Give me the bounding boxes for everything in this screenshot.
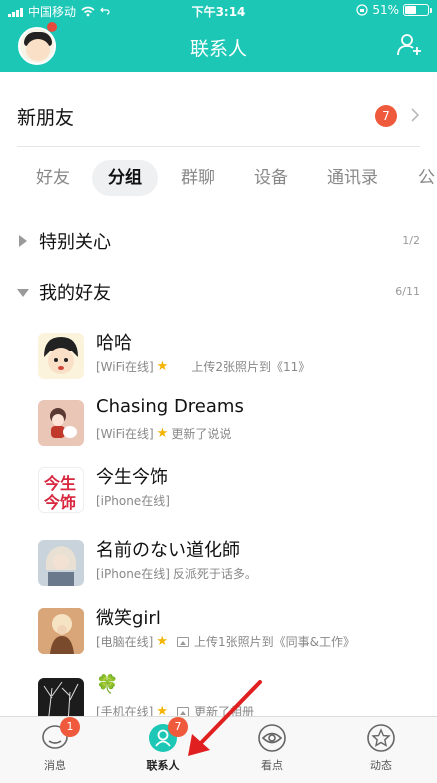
photo-icon <box>177 706 190 717</box>
group-my-friends[interactable]: 我的好友 6/11 <box>17 277 420 307</box>
friend-row[interactable]: 名前のない道化師 [iPhone在线] 反派死于话多。 <box>38 540 437 604</box>
friend-row[interactable]: Chasing Dreams [WiFi在线] ★ 更新了说说 <box>38 396 437 464</box>
friend-status: [WiFi在线] <box>96 427 154 441</box>
friend-activity: 反派死于话多。 <box>172 567 257 581</box>
nav-moments[interactable]: 动态 <box>341 723 421 773</box>
jinsheng-logo: 今生 今饰 <box>43 474 76 512</box>
tab-friends[interactable]: 好友 <box>36 160 70 196</box>
friend-name: 名前のない道化師 <box>96 540 240 561</box>
add-friend-icon[interactable] <box>397 33 423 57</box>
nav-label: 动态 <box>370 759 392 772</box>
group-special-care[interactable]: 特别关心 1/2 <box>17 226 420 256</box>
friend-name: 🍀 <box>96 674 119 695</box>
messages-badge: 1 <box>60 717 80 737</box>
friend-avatar: 今生 今饰 <box>38 467 84 513</box>
friend-name: 微笑girl <box>96 608 161 629</box>
friend-status: [电脑在线] <box>96 635 154 649</box>
star-circle-icon <box>367 724 395 752</box>
friend-name: Chasing Dreams <box>96 396 244 417</box>
photo-icon <box>177 636 190 647</box>
page-title: 联系人 <box>189 38 247 60</box>
friend-name: 今生今饰 <box>96 467 168 488</box>
battery-percent: 51% <box>372 3 399 17</box>
battery-icon <box>403 4 432 16</box>
star-icon: ★ <box>156 359 169 374</box>
nav-contacts[interactable]: 7 联系人 <box>123 717 203 773</box>
expand-right-icon <box>19 235 27 247</box>
eye-icon <box>258 724 286 752</box>
svg-text:今生: 今生 <box>43 474 76 493</box>
friend-status: [iPhone在线] <box>96 567 170 581</box>
nav-label: 消息 <box>44 759 66 772</box>
svg-text:今饰: 今饰 <box>43 493 76 512</box>
status-bar: 中国移动 下午3:14 51% <box>0 0 437 22</box>
friend-status: [WiFi在线] <box>96 360 154 374</box>
contact-tabs: 好友 分组 群聊 设备 通讯录 公 <box>0 160 437 200</box>
chevron-right-icon <box>411 108 420 122</box>
friend-avatar <box>38 400 84 446</box>
friend-name: 哈哈 <box>96 333 132 354</box>
friend-activity: 更新了说说 <box>171 427 232 441</box>
tab-public[interactable]: 公 <box>418 160 435 196</box>
new-friends-badge: 7 <box>375 105 397 127</box>
expand-down-icon <box>17 289 29 297</box>
new-friends-label: 新朋友 <box>17 107 75 129</box>
online-dot <box>47 22 57 32</box>
group-count: 1/2 <box>402 234 420 247</box>
friend-row[interactable]: 今生 今饰 今生今饰 [iPhone在线] <box>38 467 437 531</box>
friend-avatar <box>38 540 84 586</box>
nav-label: 联系人 <box>146 759 180 772</box>
friend-activity: 上传1张照片到《同事&工作》 <box>194 635 356 649</box>
group-count: 6/11 <box>395 285 420 298</box>
friend-avatar <box>38 608 84 654</box>
friend-avatar <box>38 333 84 379</box>
top-bar: 中国移动 下午3:14 51% 联系人 <box>0 0 437 72</box>
group-name: 我的好友 <box>39 283 111 304</box>
star-icon: ★ <box>156 634 169 649</box>
tab-devices[interactable]: 设备 <box>254 160 288 196</box>
contacts-badge: 7 <box>168 717 188 737</box>
group-name: 特别关心 <box>39 232 111 253</box>
tab-group-chats[interactable]: 群聊 <box>181 160 215 196</box>
nav-discover[interactable]: 看点 <box>232 723 312 773</box>
nav-messages[interactable]: 1 消息 <box>15 717 95 773</box>
friend-status: [iPhone在线] <box>96 494 170 508</box>
new-friends-row[interactable]: 新朋友 7 <box>17 95 420 147</box>
tab-groups[interactable]: 分组 <box>92 160 158 196</box>
nav-label: 看点 <box>261 759 283 772</box>
friend-row[interactable]: 微笑girl [电脑在线] ★ 上传1张照片到《同事&工作》 <box>38 608 437 672</box>
bottom-nav: 1 消息 7 联系人 看点 动态 <box>0 716 437 783</box>
lock-rotation-icon <box>356 4 368 16</box>
tab-address-book[interactable]: 通讯录 <box>327 160 378 196</box>
friend-activity: 上传2张照片到《11》 <box>191 360 311 374</box>
star-icon: ★ <box>156 426 169 441</box>
friend-row[interactable]: 哈哈 [WiFi在线] ★ 上传2张照片到《11》 <box>38 333 437 397</box>
